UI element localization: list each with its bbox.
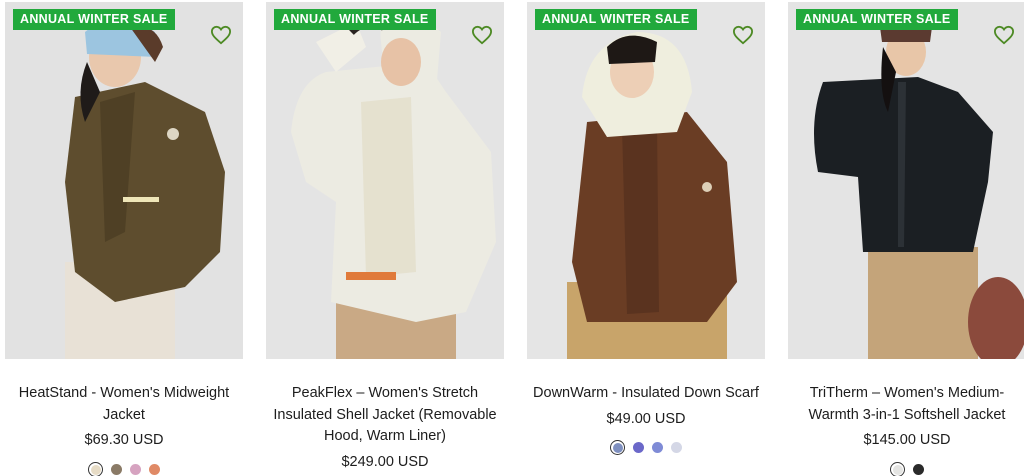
title-line: Warmth 3-in-1 Softshell Jacket [808,406,1006,423]
title-line: Jacket [103,406,145,423]
color-swatch[interactable] [130,464,141,475]
model-photo [527,2,765,359]
product-card[interactable]: ANNUAL WINTER SALE HeatStand - Women's M… [5,0,243,476]
color-swatches [527,440,765,455]
product-price: $145.00 USD [863,432,951,448]
product-title[interactable]: HeatStand - Women's Midweight Jacket [5,383,243,426]
product-price: $69.30 USD [84,432,164,448]
color-swatch[interactable] [633,442,644,453]
model-photo [266,2,504,359]
color-swatch[interactable] [913,464,924,475]
product-title[interactable]: DownWarm - Insulated Down Scarf [527,383,765,405]
color-swatch[interactable] [111,464,122,475]
product-title[interactable]: TriTherm – Women's Medium- Warmth 3-in-1… [788,383,1024,426]
title-line: TriTherm – Women's Medium- [809,385,1005,401]
title-line: DownWarm - Insulated Down Scarf [533,385,759,401]
title-line: HeatStand - Women's Midweight [18,385,230,401]
product-price: $49.00 USD [606,411,686,427]
sale-badge: ANNUAL WINTER SALE [535,9,697,30]
heart-outline-icon[interactable] [993,25,1015,45]
color-swatches [788,462,1024,476]
product-card[interactable]: ANNUAL WINTER SALE PeakFlex – Women's St… [266,0,504,476]
product-image[interactable] [527,2,765,359]
color-swatch[interactable] [890,462,905,476]
product-image[interactable] [5,2,243,359]
color-swatch[interactable] [88,462,103,476]
sale-badge: ANNUAL WINTER SALE [274,9,436,30]
model-photo [5,2,243,359]
color-swatches [5,462,243,476]
product-title[interactable]: PeakFlex – Women's Stretch Insulated She… [266,383,504,448]
title-line: Hood, Warm Liner) [324,428,446,444]
product-card[interactable]: ANNUAL WINTER SALE TriTherm – Women's Me… [788,0,1024,476]
color-swatch[interactable] [149,464,160,475]
product-image[interactable] [266,2,504,359]
title-line: Insulated Shell Jacket (Removable [273,406,497,423]
title-line: PeakFlex – Women's Stretch [291,385,479,401]
heart-outline-icon[interactable] [210,25,232,45]
heart-outline-icon[interactable] [732,25,754,45]
product-price: $249.00 USD [341,454,429,470]
product-card[interactable]: ANNUAL WINTER SALE DownWarm - Insulated … [527,0,765,476]
color-swatch[interactable] [671,442,682,453]
color-swatch[interactable] [652,442,663,453]
sale-badge: ANNUAL WINTER SALE [796,9,958,30]
heart-outline-icon[interactable] [471,25,493,45]
product-image[interactable] [788,2,1024,359]
color-swatch[interactable] [610,440,625,455]
sale-badge: ANNUAL WINTER SALE [13,9,175,30]
model-photo [788,2,1024,359]
